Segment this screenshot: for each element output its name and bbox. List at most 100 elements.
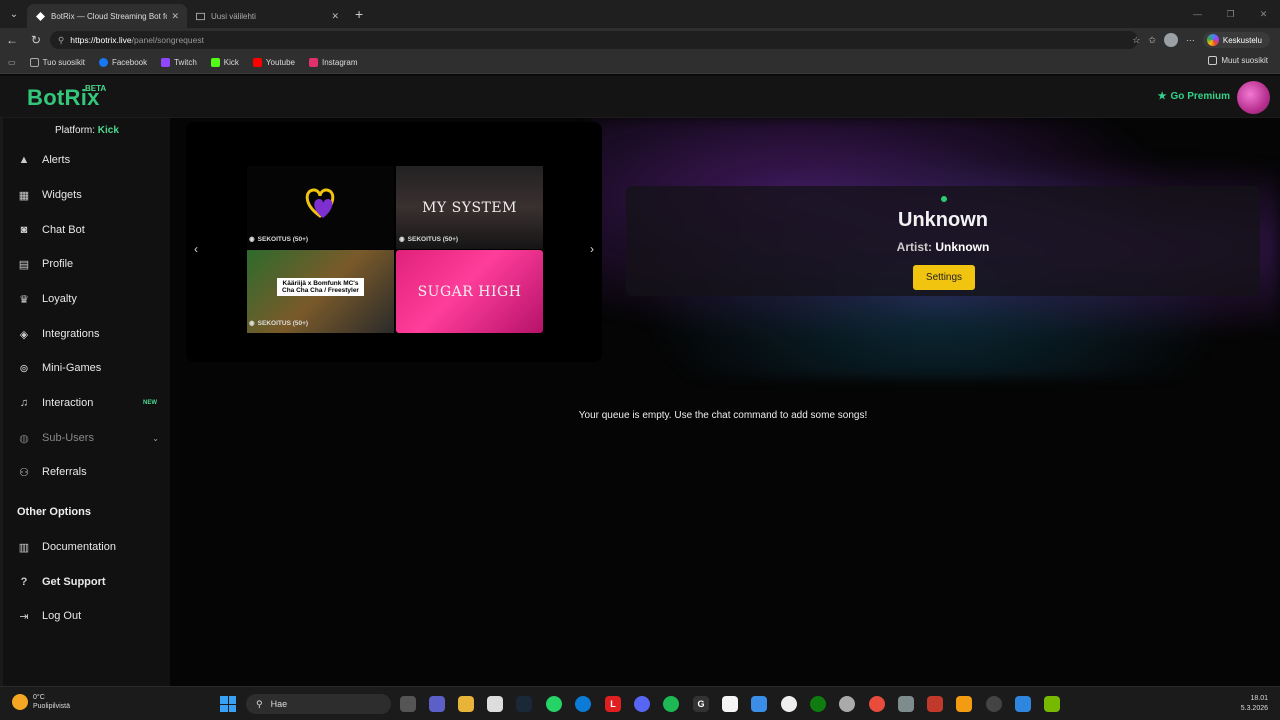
- file-explorer-icon[interactable]: [458, 696, 474, 712]
- tab-list-button[interactable]: ⌄: [3, 4, 25, 24]
- close-tab-icon[interactable]: ✕: [331, 11, 339, 22]
- browser-tab-new[interactable]: Uusi välilehti ✕: [187, 4, 347, 28]
- sidebar-item-integrations[interactable]: ◈ Integrations: [17, 324, 167, 344]
- ea-icon[interactable]: [869, 696, 885, 712]
- song-artist: Artist: Unknown: [626, 240, 1260, 254]
- edge-icon[interactable]: [575, 696, 591, 712]
- close-tab-icon[interactable]: ✕: [171, 11, 179, 22]
- sidebar-item-documentation[interactable]: ▥ Documentation: [17, 537, 167, 557]
- sidebar-item-loyalty[interactable]: ♛ Loyalty: [17, 289, 167, 309]
- weather-icon: [12, 694, 28, 710]
- sidebar-item-interaction[interactable]: ♫ Interaction NEW: [17, 393, 167, 413]
- sidebar-item-label: Profile: [42, 258, 74, 270]
- carousel-prev-icon[interactable]: ‹: [194, 242, 198, 256]
- caption-text: SEKOITUS (50+): [407, 235, 459, 243]
- browser-tab-botrix[interactable]: BotRix — Cloud Streaming Bot for ✕: [27, 4, 187, 28]
- star-icon: ★: [1157, 91, 1167, 102]
- taskbar-search[interactable]: ⚲ Hae: [246, 694, 391, 714]
- window-controls: — ❐ ✕: [1181, 0, 1280, 28]
- copilot-icon: [1206, 34, 1219, 46]
- grid-icon: ▦: [18, 189, 30, 202]
- sidebar-item-widgets[interactable]: ▦ Widgets: [17, 185, 167, 205]
- xbox-icon[interactable]: [810, 696, 826, 712]
- new-badge: NEW: [143, 400, 157, 406]
- music-note-icon: ♫: [19, 397, 29, 409]
- sidebar-item-mini-games[interactable]: ⊚ Mini-Games: [17, 358, 167, 378]
- vlc-icon[interactable]: [956, 696, 972, 712]
- site-info-icon[interactable]: ⚲: [58, 35, 64, 46]
- whatsapp-icon[interactable]: [546, 696, 562, 712]
- sidebar-item-label: Alerts: [42, 154, 71, 166]
- favorite-star-icon[interactable]: ☆: [1132, 35, 1140, 46]
- artist-value: Unknown: [935, 240, 990, 254]
- sidebar-item-label: Integrations: [42, 328, 100, 340]
- tab-label: BotRix — Cloud Streaming Bot for: [51, 11, 168, 21]
- carousel-caption: ◉ SEKOITUS (50+): [249, 235, 308, 244]
- bookmark-facebook[interactable]: Facebook: [98, 58, 147, 67]
- new-tab-plus-icon[interactable]: +: [355, 6, 363, 22]
- bookmark-twitch[interactable]: Twitch: [161, 58, 197, 67]
- weather-widget[interactable]: 0°C Puolipilvistä: [12, 693, 70, 711]
- app-circle-icon[interactable]: [839, 696, 855, 712]
- l-app-icon[interactable]: L: [605, 696, 621, 712]
- document-icon[interactable]: [722, 696, 738, 712]
- sidebar-item-chat-bot[interactable]: ◙ Chat Bot: [17, 220, 167, 240]
- sidebar-item-get-support[interactable]: ? Get Support: [17, 572, 167, 592]
- minimize-icon[interactable]: —: [1181, 9, 1214, 19]
- settings-gear-icon[interactable]: [898, 696, 914, 712]
- maximize-icon[interactable]: ❐: [1214, 9, 1247, 20]
- bookmark-instagram[interactable]: Instagram: [308, 58, 358, 67]
- copilot-chat-button[interactable]: Keskustelu: [1202, 32, 1270, 48]
- carousel-next-icon[interactable]: ›: [590, 242, 594, 256]
- bookmark-import[interactable]: Tuo suosikit: [29, 58, 85, 67]
- sidebar-item-label: Mini-Games: [42, 362, 102, 374]
- steam-icon[interactable]: [516, 696, 532, 712]
- close-window-icon[interactable]: ✕: [1247, 9, 1280, 20]
- settings-button[interactable]: Settings: [913, 265, 975, 290]
- beta-badge: BETA: [85, 84, 107, 93]
- carousel-thumb-4[interactable]: SUGAR HIGH: [396, 250, 543, 333]
- user-avatar[interactable]: [1237, 81, 1270, 114]
- sidebar-item-referrals[interactable]: ⚇ Referrals: [17, 462, 167, 482]
- bookmark-youtube[interactable]: Youtube: [252, 58, 295, 67]
- sidebar-item-sub-users[interactable]: ◍ Sub-Users ⌄: [17, 428, 167, 448]
- sidebar-item-alerts[interactable]: ▲ Alerts: [17, 150, 167, 170]
- task-view-icon[interactable]: [400, 696, 416, 712]
- queue-empty-message: Your queue is empty. Use the chat comman…: [578, 410, 868, 421]
- store-icon[interactable]: [487, 696, 503, 712]
- system-clock[interactable]: 18.01 5.3.2026: [1241, 694, 1268, 714]
- sidebar-item-log-out[interactable]: ⇥ Log Out: [17, 606, 167, 626]
- browser-profile-avatar[interactable]: [1163, 33, 1178, 47]
- book-icon: ▥: [18, 541, 30, 554]
- obs-icon[interactable]: [781, 696, 797, 712]
- g-app-icon[interactable]: G: [693, 696, 709, 712]
- bookmark-app-icon[interactable]: [927, 696, 943, 712]
- chatgpt-icon[interactable]: [986, 696, 1002, 712]
- bookmark-kick[interactable]: Kick: [210, 58, 239, 67]
- go-premium-button[interactable]: ★ Go Premium: [1158, 91, 1230, 102]
- teams-icon[interactable]: [429, 696, 445, 712]
- song-carousel: ‹ › ◉ SEKOITUS (50+) MY SYSTEM ◉ SEKOITU…: [186, 122, 602, 362]
- nvidia-icon[interactable]: [1044, 696, 1060, 712]
- warning-icon: ▲: [18, 154, 30, 166]
- reload-icon[interactable]: ↻: [24, 33, 48, 47]
- more-menu-icon[interactable]: ⋯: [1186, 35, 1195, 46]
- sidebar-item-label: Documentation: [42, 541, 116, 553]
- botrix-app: BotRix BETA ★ Go Premium Platform: Kick …: [0, 76, 1280, 686]
- sidebar-item-label: Chat Bot: [42, 224, 85, 236]
- favorites-icon[interactable]: ✩: [1148, 35, 1156, 46]
- window-app-icon[interactable]: [1015, 696, 1031, 712]
- windows-start-icon[interactable]: [220, 696, 236, 712]
- thumb-title: Kääriijä x Bomfunk MC's Cha Cha Cha / Fr…: [277, 278, 364, 296]
- mail-icon[interactable]: [751, 696, 767, 712]
- sidebar-item-profile[interactable]: ▤ Profile: [17, 254, 167, 274]
- spotify-icon[interactable]: [663, 696, 679, 712]
- other-bookmarks[interactable]: Muut suosikit: [1208, 56, 1268, 65]
- back-arrow-icon[interactable]: ←: [0, 33, 24, 47]
- carousel-caption: ◉ SEKOITUS (50+): [249, 319, 308, 328]
- discord-icon[interactable]: [634, 696, 650, 712]
- sidebar-toggle-icon[interactable]: ▭: [8, 58, 16, 67]
- botrix-favicon-icon: [35, 11, 45, 21]
- url-input[interactable]: ⚲ https://botrix.live/panel/songrequest: [50, 31, 1138, 49]
- facebook-icon: [98, 58, 108, 67]
